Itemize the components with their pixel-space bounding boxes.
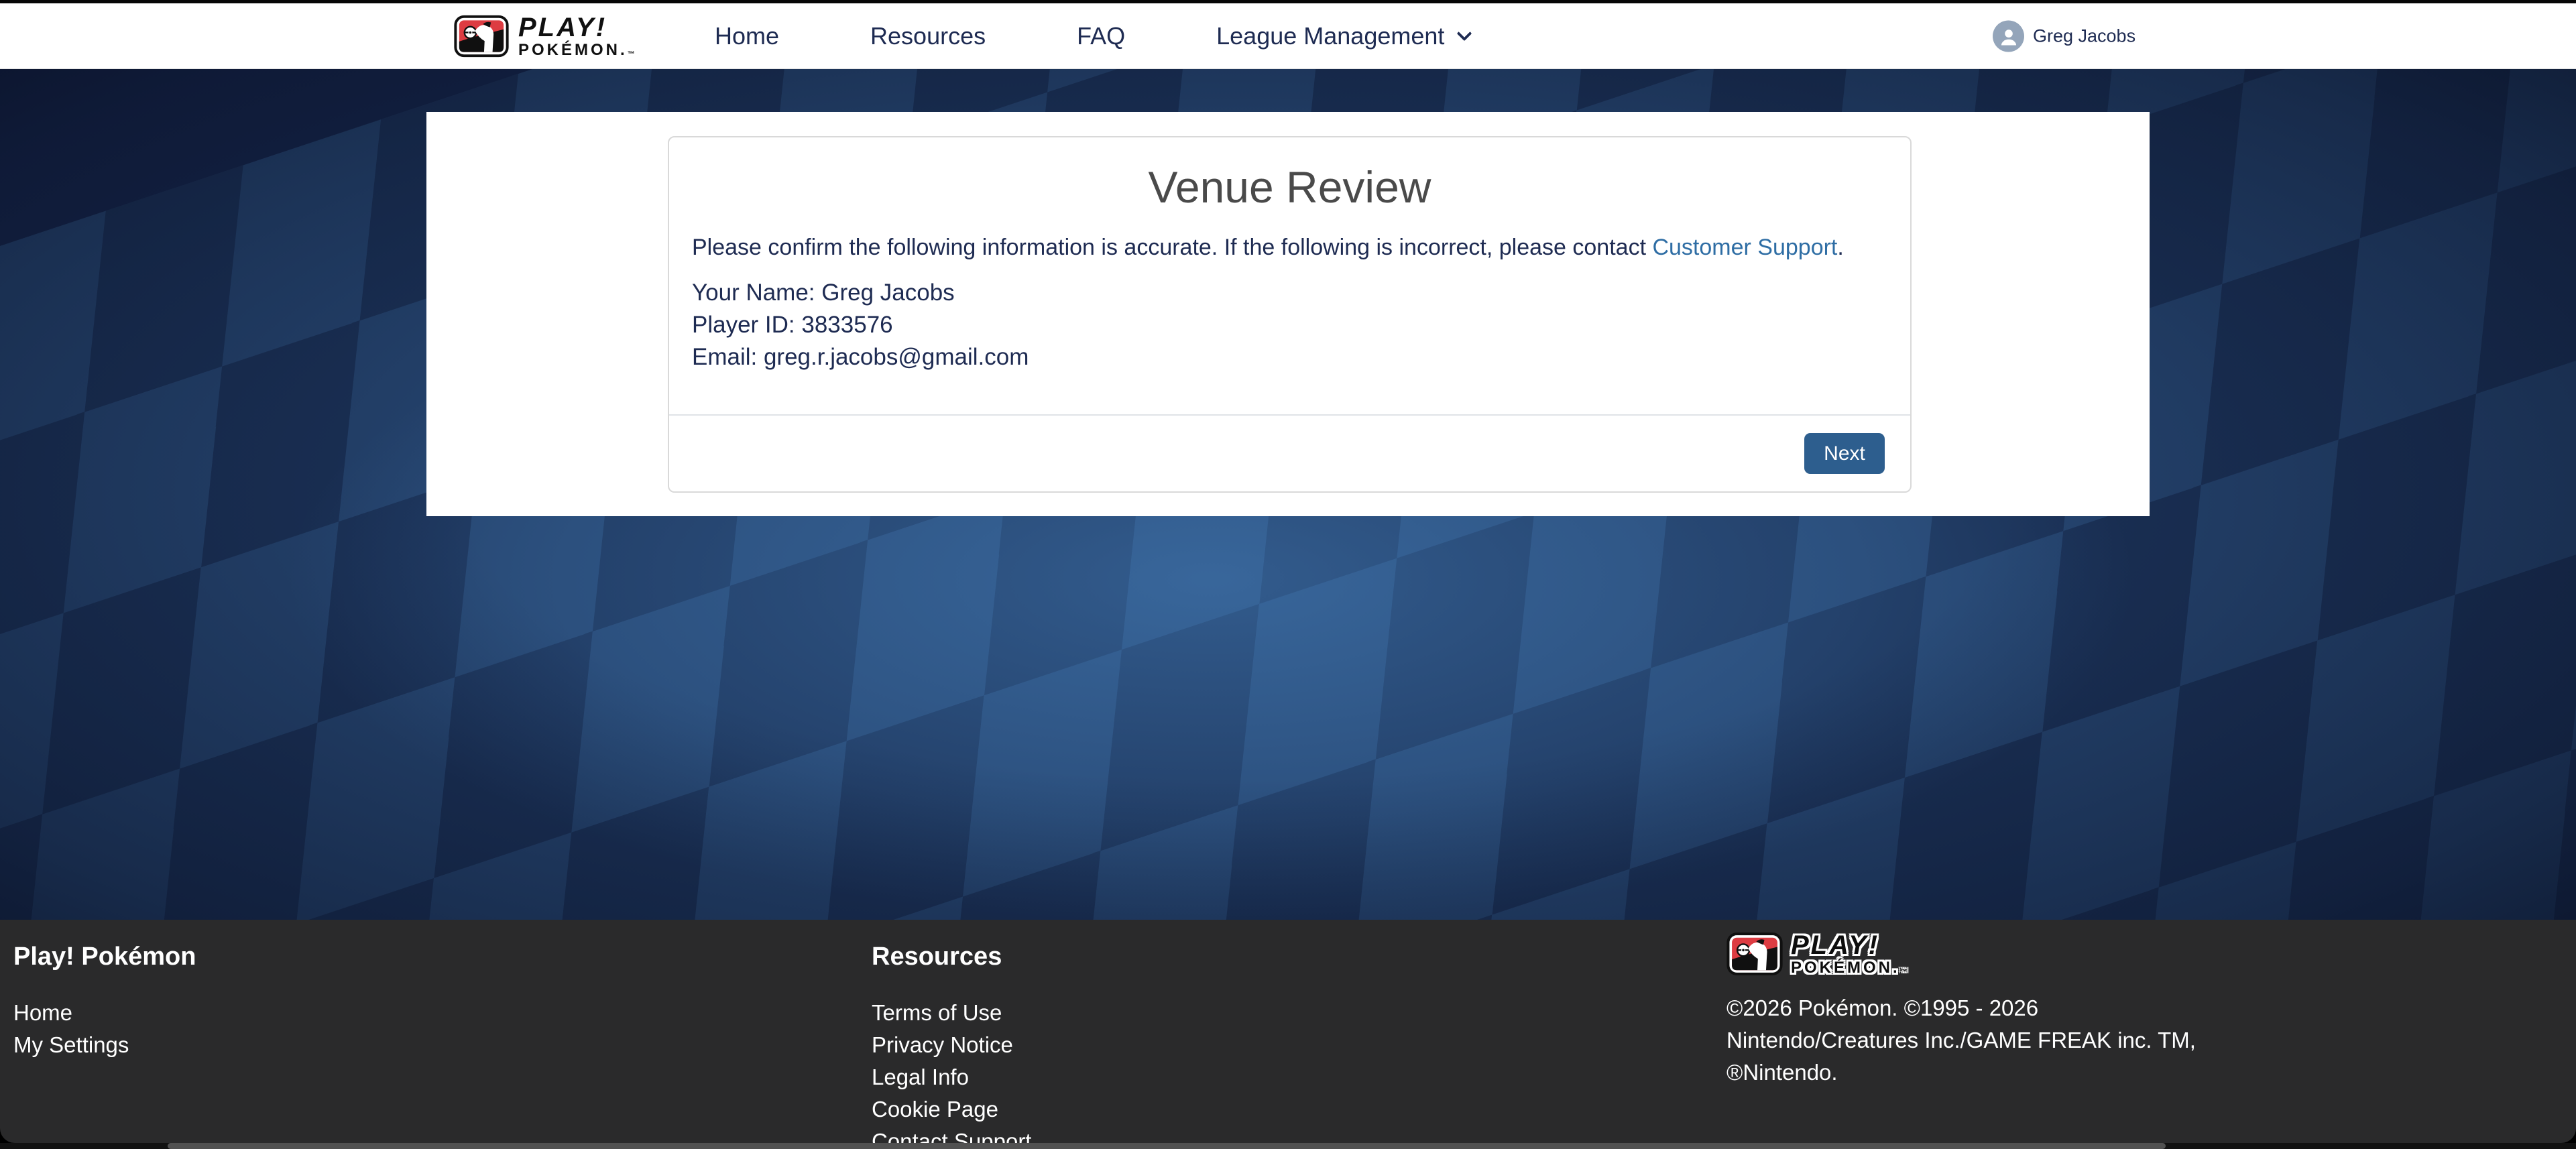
play-pokemon-logo[interactable]: PLAY! POKÉMON.™: [454, 14, 635, 58]
app-header: PLAY! POKÉMON.™ Home Resources FAQ Leagu…: [0, 3, 2576, 69]
footer-play-pokemon-logo[interactable]: PLAY! POKÉMON.™: [1726, 932, 2196, 976]
content-wrapper: Venue Review Please confirm the followin…: [426, 112, 2150, 516]
user-name: Greg Jacobs: [2033, 25, 2135, 46]
player-info: Your Name: Greg Jacobs Player ID: 383357…: [692, 277, 1887, 373]
nav-item-faq[interactable]: FAQ: [1077, 22, 1125, 50]
footer-col-resources: Resources Terms of Use Privacy Notice Le…: [872, 943, 1031, 1149]
footer-link-my-settings[interactable]: My Settings: [13, 1029, 196, 1061]
next-button[interactable]: Next: [1804, 433, 1885, 474]
site-footer: Play! Pokémon Home My Settings Resources…: [0, 920, 2576, 1143]
nav-item-home[interactable]: Home: [715, 22, 779, 50]
footer-link-home[interactable]: Home: [13, 997, 196, 1029]
footer-link-terms-of-use[interactable]: Terms of Use: [872, 997, 1031, 1029]
user-avatar: [1993, 20, 2024, 52]
brand-play-text: PLAY!: [518, 14, 635, 41]
footer-copyright: ©2026 Pokémon. ©1995 - 2026 Nintendo/Cre…: [1726, 992, 2196, 1089]
page-background: Venue Review Please confirm the followin…: [0, 69, 2576, 920]
horizontal-scrollbar[interactable]: [0, 1143, 2576, 1149]
nav-item-league-management[interactable]: League Management: [1216, 22, 1470, 50]
nav-item-resources[interactable]: Resources: [870, 22, 986, 50]
brand-play-text: PLAY!: [1791, 932, 1908, 959]
scrollbar-thumb[interactable]: [168, 1143, 2166, 1149]
user-avatar-icon: [1997, 26, 2020, 49]
footer-link-privacy-notice[interactable]: Privacy Notice: [872, 1029, 1031, 1061]
info-line-email: Email: greg.r.jacobs@gmail.com: [692, 341, 1887, 373]
play-pokemon-badge-icon: [1726, 932, 1783, 976]
page-title: Venue Review: [669, 162, 1910, 213]
footer-link-legal-info[interactable]: Legal Info: [872, 1061, 1031, 1093]
footer-link-cookie-page[interactable]: Cookie Page: [872, 1093, 1031, 1126]
info-line-name: Your Name: Greg Jacobs: [692, 277, 1887, 309]
footer-col-title: Resources: [872, 943, 1031, 971]
info-line-player-id: Player ID: 3833576: [692, 309, 1887, 341]
intro-text: Please confirm the following information…: [692, 235, 1887, 261]
brand-pokemon-text: POKÉMON.™: [518, 42, 635, 58]
user-menu[interactable]: Greg Jacobs: [1993, 20, 2135, 52]
main-nav: Home Resources FAQ League Management: [715, 22, 1470, 50]
brand-pokemon-text: POKÉMON.™: [1791, 960, 1908, 976]
customer-support-link[interactable]: Customer Support: [1652, 235, 1837, 260]
card-footer: Next: [669, 414, 1910, 491]
footer-col-brand: PLAY! POKÉMON.™ ©2026 Pokémon. ©1995 - 2…: [1726, 932, 2196, 1089]
venue-review-card: Venue Review Please confirm the followin…: [668, 136, 1912, 493]
chevron-down-icon: [1457, 25, 1472, 41]
play-pokemon-badge-icon: [454, 15, 509, 58]
footer-col-title: Play! Pokémon: [13, 943, 196, 971]
footer-col-play-pokemon: Play! Pokémon Home My Settings: [13, 943, 196, 1061]
